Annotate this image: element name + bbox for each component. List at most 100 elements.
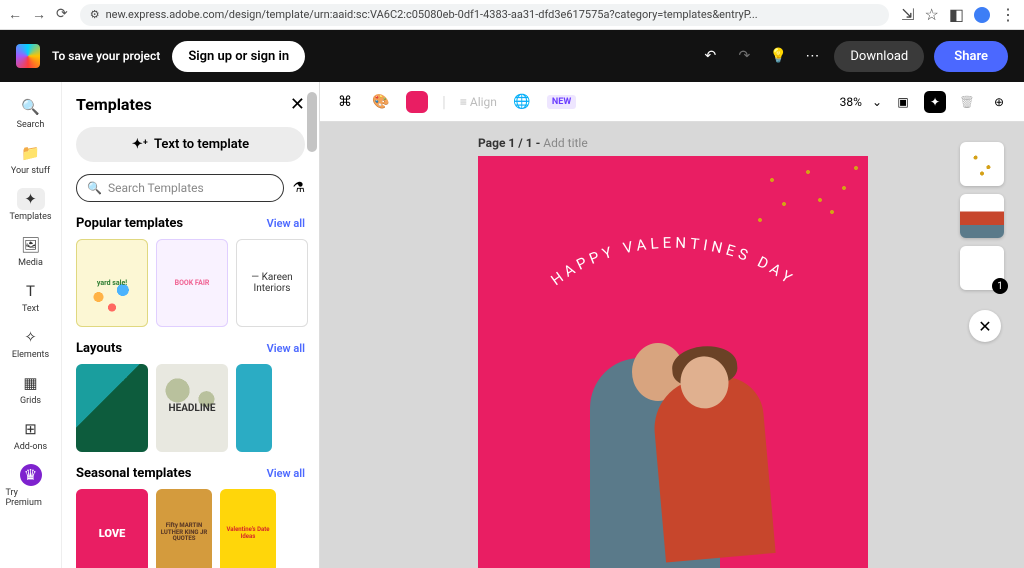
- new-badge: NEW: [547, 95, 576, 109]
- premium-nav[interactable]: ♛Try Premium: [6, 460, 56, 512]
- template-mlk[interactable]: Fifty MARTIN LUTHER KING JR QUOTES: [156, 489, 212, 568]
- media-nav-label: Media: [18, 258, 43, 268]
- svg-text:HAPPY VALENTINES DAY: HAPPY VALENTINES DAY: [547, 236, 798, 289]
- panel-scrollbar[interactable]: [307, 92, 317, 152]
- filter-icon[interactable]: ⚗: [292, 180, 305, 196]
- media-nav-icon: 🖼: [17, 234, 45, 256]
- layout-thumb-1[interactable]: [76, 364, 148, 452]
- url-bar[interactable]: ⚙ new.express.adobe.com/design/template/…: [80, 4, 889, 26]
- left-rail: 🔍 Search 📁 Your stuff ✦ Templates 🖼 Media T Text ✧…: [0, 82, 62, 568]
- adobe-express-logo[interactable]: [16, 44, 40, 68]
- page-label[interactable]: Page 1 / 1 - Add title: [478, 136, 588, 150]
- avatar-icon[interactable]: [974, 7, 990, 23]
- search-input[interactable]: 🔍 Search Templates: [76, 174, 284, 202]
- layout-thumb-3[interactable]: [236, 364, 272, 452]
- layers-panel: 1 ✕: [960, 142, 1010, 342]
- search-nav-label: Search: [17, 120, 45, 130]
- section-title-seasonal: Seasonal templates: [76, 466, 191, 481]
- grids-nav-label: Grids: [20, 396, 41, 406]
- elements-nav-icon: ✧: [17, 326, 45, 348]
- site-info-icon[interactable]: ⚙: [90, 8, 100, 21]
- artboard[interactable]: HAPPY VALENTINES DAY: [478, 156, 868, 568]
- view-all-layouts[interactable]: View all: [267, 342, 305, 355]
- text-nav-label: Text: [22, 304, 39, 314]
- undo-icon[interactable]: ↶: [698, 48, 722, 64]
- template-kareen[interactable]: — Kareen Interiors: [236, 239, 308, 327]
- browser-chrome: ← → ⟳ ⚙ new.express.adobe.com/design/tem…: [0, 0, 1024, 30]
- addons-nav-label: Add-ons: [14, 442, 47, 452]
- forward-icon[interactable]: →: [32, 6, 46, 23]
- template-dateideas[interactable]: Valentine's Date Ideas: [220, 489, 276, 568]
- color-swatch[interactable]: [406, 91, 428, 113]
- panel-title: Templates: [76, 95, 152, 114]
- install-icon[interactable]: ⇲: [901, 5, 914, 24]
- templates-nav-icon: ✦: [17, 188, 45, 210]
- close-icon[interactable]: ✕: [290, 94, 305, 115]
- trash-icon[interactable]: 🗑: [956, 91, 978, 113]
- sparkle-icon: ✦⁺: [132, 137, 148, 152]
- chevron-down-icon[interactable]: ⌄: [872, 95, 882, 109]
- app-header: To save your project Sign up or sign in …: [0, 30, 1024, 82]
- media-nav[interactable]: 🖼 Media: [6, 230, 56, 272]
- zoom-value[interactable]: 38%: [840, 95, 862, 109]
- view-all-seasonal[interactable]: View all: [267, 467, 305, 480]
- yourstuff-nav[interactable]: 📁 Your stuff: [6, 138, 56, 180]
- menu-icon[interactable]: ⋮: [1000, 5, 1016, 24]
- elements-nav[interactable]: ✧ Elements: [6, 322, 56, 364]
- palette-icon[interactable]: 🎨: [370, 91, 392, 113]
- download-button[interactable]: Download: [834, 41, 924, 72]
- template-love[interactable]: LOVE: [76, 489, 148, 568]
- layout-thumb-2[interactable]: HEADLINE: [156, 364, 228, 452]
- pages-icon[interactable]: ▣: [892, 91, 914, 113]
- extensions-icon[interactable]: ◧: [949, 5, 964, 24]
- arc-text[interactable]: HAPPY VALENTINES DAY: [503, 236, 843, 340]
- template-yard-sale[interactable]: yard sale!: [76, 239, 148, 327]
- redo-icon[interactable]: ↷: [732, 48, 756, 64]
- template-book-fair[interactable]: BOOK FAIR: [156, 239, 228, 327]
- save-prompt-text: To save your project: [52, 49, 160, 63]
- more-icon[interactable]: ⋯: [800, 48, 824, 64]
- search-nav-icon: 🔍: [17, 96, 45, 118]
- crop-icon[interactable]: ⌘: [334, 91, 356, 113]
- canvas-area: ⌘ 🎨 | ≡ Align 🌐 NEW 38% ⌄ ▣ ✦ 🗑 ⊕ Page 1…: [320, 82, 1024, 568]
- help-icon[interactable]: 💡: [766, 48, 790, 64]
- addons-nav-icon: ⊞: [17, 418, 45, 440]
- bookmark-icon[interactable]: ☆: [925, 5, 939, 24]
- templates-nav[interactable]: ✦ Templates: [6, 184, 56, 226]
- search-nav[interactable]: 🔍 Search: [6, 92, 56, 134]
- add-page-icon[interactable]: ⊕: [988, 91, 1010, 113]
- layer-confetti[interactable]: [960, 142, 1004, 186]
- grids-nav[interactable]: ▦ Grids: [6, 368, 56, 410]
- premium-nav-label: Try Premium: [6, 488, 56, 508]
- gold-confetti: [748, 156, 868, 236]
- premium-nav-icon: ♛: [20, 464, 42, 486]
- sign-up-button[interactable]: Sign up or sign in: [172, 41, 305, 72]
- elements-nav-label: Elements: [12, 350, 49, 360]
- text-nav-icon: T: [17, 280, 45, 302]
- section-title-popular: Popular templates: [76, 216, 183, 231]
- translate-icon[interactable]: 🌐: [511, 91, 533, 113]
- align-label: ≡ Align: [460, 95, 497, 109]
- yourstuff-nav-label: Your stuff: [11, 166, 50, 176]
- layer-count-badge: 1: [992, 278, 1008, 294]
- layer-extra[interactable]: 1: [960, 246, 1004, 290]
- section-title-layouts: Layouts: [76, 341, 122, 356]
- layers-icon[interactable]: ✦: [924, 91, 946, 113]
- url-text: new.express.adobe.com/design/template/ur…: [106, 8, 758, 21]
- addons-nav[interactable]: ⊞ Add-ons: [6, 414, 56, 456]
- view-all-popular[interactable]: View all: [267, 217, 305, 230]
- text-to-template-button[interactable]: ✦⁺ Text to template: [76, 127, 305, 162]
- couple-photo[interactable]: [578, 338, 768, 568]
- template-peek[interactable]: [284, 489, 304, 568]
- close-layers-button[interactable]: ✕: [969, 310, 1001, 342]
- text-nav[interactable]: T Text: [6, 276, 56, 318]
- back-icon[interactable]: ←: [8, 6, 22, 23]
- yourstuff-nav-icon: 📁: [17, 142, 45, 164]
- grids-nav-icon: ▦: [17, 372, 45, 394]
- search-icon: 🔍: [87, 181, 102, 195]
- reload-icon[interactable]: ⟳: [56, 6, 68, 23]
- context-toolbar: ⌘ 🎨 | ≡ Align 🌐 NEW 38% ⌄ ▣ ✦ 🗑 ⊕: [320, 82, 1024, 122]
- layer-couple[interactable]: [960, 194, 1004, 238]
- templates-nav-label: Templates: [9, 212, 51, 222]
- share-button[interactable]: Share: [934, 41, 1008, 72]
